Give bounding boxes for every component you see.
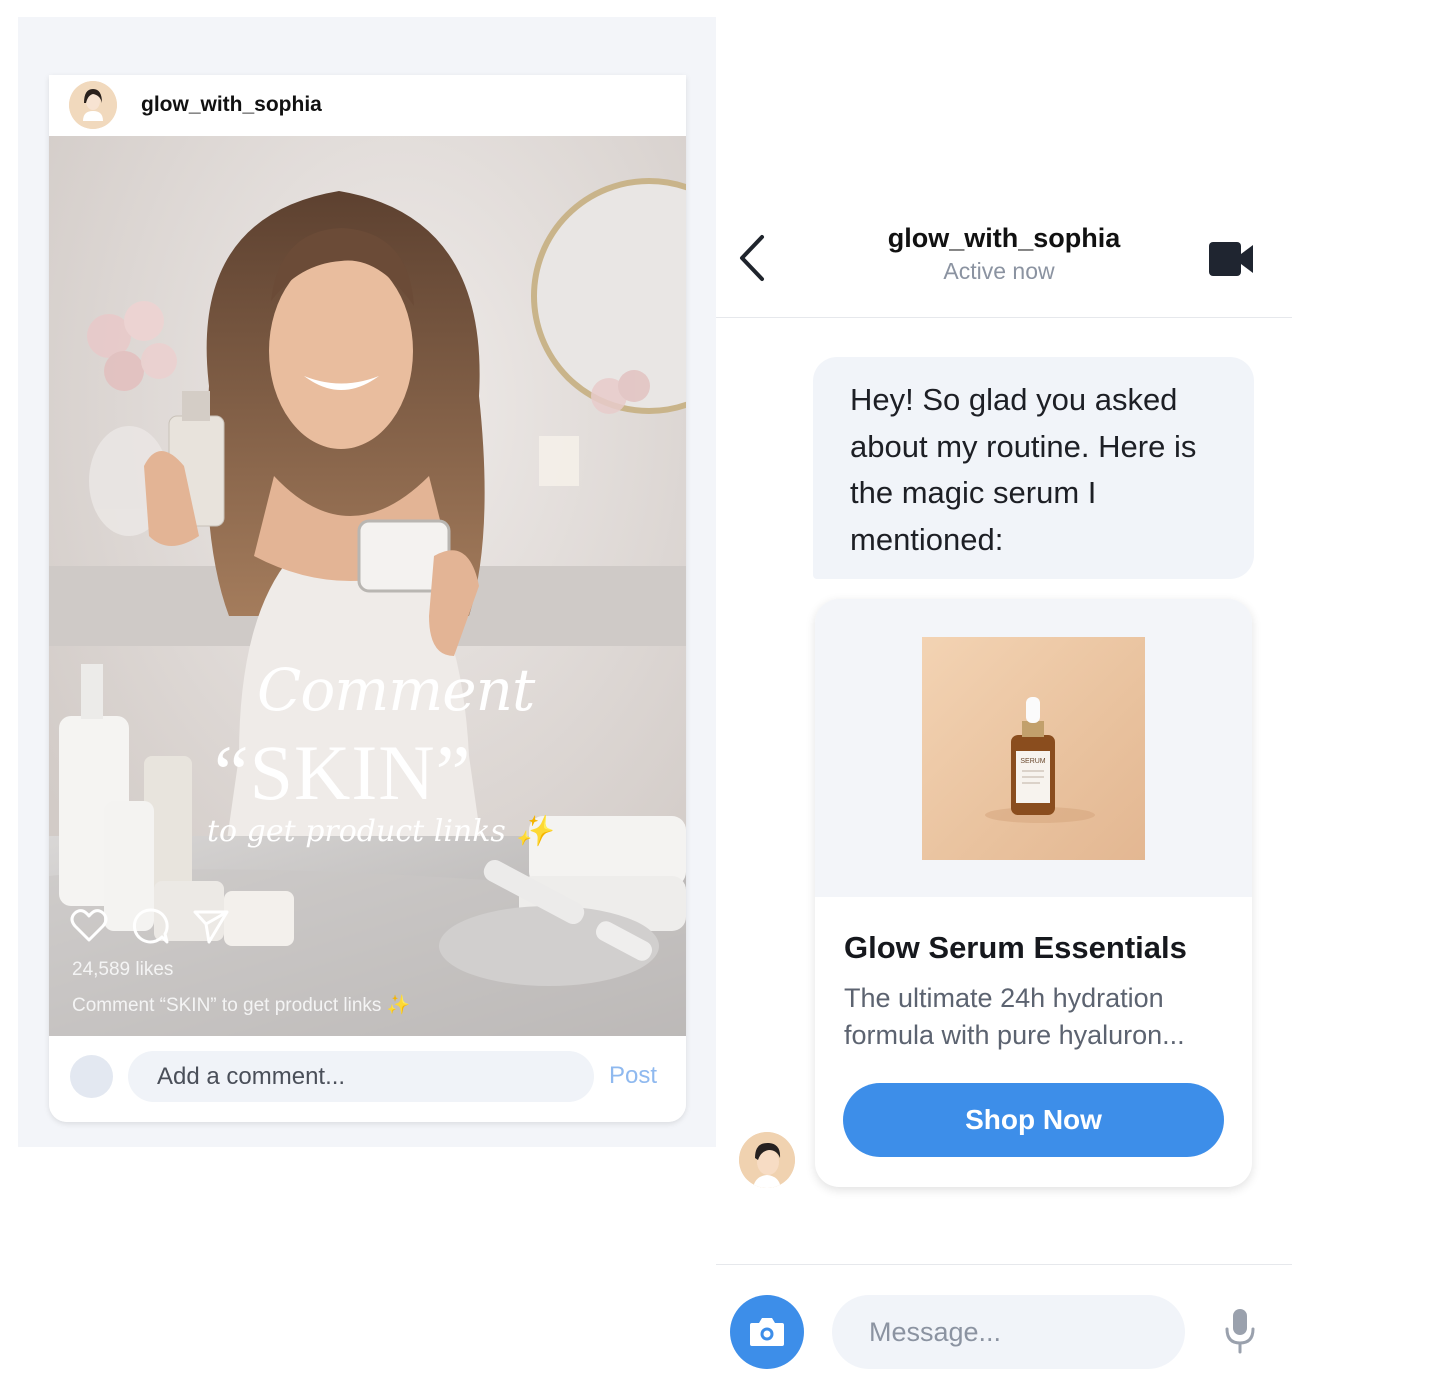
overlay-headline-script: Comment: [257, 656, 535, 724]
bottle-label: SERUM: [1020, 758, 1045, 765]
like-count[interactable]: 24,589 likes: [72, 959, 173, 981]
product-image-area: SERUM: [815, 599, 1252, 897]
chat-header: glow_with_sophia Active now: [716, 215, 1292, 318]
send-icon[interactable]: [191, 906, 231, 946]
heart-icon[interactable]: [69, 906, 109, 946]
chat-status: Active now: [943, 258, 1055, 284]
product-card[interactable]: SERUM Glow Serum Essentials The ultimate…: [815, 599, 1252, 1187]
post-comment-button[interactable]: Post: [609, 1062, 657, 1090]
post-photo: Comment “SKIN” to get product links ✨ 24…: [49, 136, 686, 1036]
product-title[interactable]: Glow Serum Essentials: [844, 930, 1187, 966]
comment-icon[interactable]: [131, 906, 171, 946]
camera-button[interactable]: [730, 1295, 804, 1369]
post-header: glow_with_sophia: [49, 75, 686, 136]
camera-icon: [750, 1318, 784, 1346]
comment-input[interactable]: [128, 1051, 594, 1102]
microphone-icon[interactable]: [1223, 1307, 1257, 1355]
chat-contact-name[interactable]: glow_with_sophia: [716, 223, 1292, 254]
product-description: The ultimate 24h hydration formula with …: [844, 983, 1185, 1050]
product-image[interactable]: SERUM: [922, 637, 1145, 860]
instagram-post: glow_with_sophia Comment “SKIN” to get p…: [49, 75, 686, 1122]
message-input[interactable]: [832, 1295, 1185, 1369]
overlay-headline-sub: to get product links ✨: [207, 814, 553, 849]
shop-now-button[interactable]: Shop Now: [843, 1083, 1224, 1157]
post-author-avatar[interactable]: [69, 81, 117, 129]
viewer-avatar: [70, 1055, 113, 1098]
post-caption: Comment “SKIN” to get product links ✨: [72, 995, 411, 1016]
overlay-headline-keyword: “SKIN”: [214, 729, 472, 816]
video-call-icon[interactable]: [1207, 239, 1257, 279]
incoming-message: Hey! So glad you asked about my routine.…: [813, 357, 1254, 579]
serum-bottle-illustration: SERUM: [985, 697, 1095, 823]
composer-divider: [716, 1264, 1292, 1265]
post-username[interactable]: glow_with_sophia: [141, 93, 322, 117]
comment-composer: Post: [49, 1036, 686, 1122]
sender-avatar[interactable]: [739, 1132, 795, 1188]
post-photo-illustration: [49, 136, 686, 1036]
